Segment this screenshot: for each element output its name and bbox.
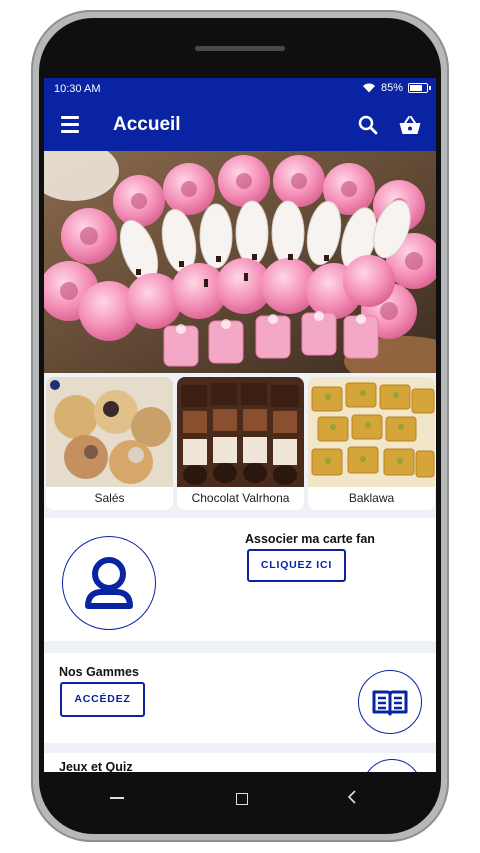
status-right: 85% — [362, 82, 431, 94]
gammes-title: Nos Gammes — [59, 665, 139, 679]
hero-banner-image[interactable] — [44, 151, 436, 373]
chocolat-image — [177, 377, 304, 487]
android-nav-bar — [44, 772, 436, 822]
app-screen: 10:30 AM 85% Accueil Salés Chocolat Valr… — [44, 78, 436, 772]
baklawa-image — [308, 377, 435, 487]
status-bar: 10:30 AM 85% — [44, 78, 436, 101]
gammes-section: Nos Gammes ACCÉDEZ — [44, 653, 436, 743]
user-icon — [62, 536, 156, 630]
pastry-illustration — [44, 151, 436, 373]
wifi-icon — [362, 83, 375, 93]
page-title: Accueil — [113, 114, 181, 135]
category-card-baklawa[interactable]: Baklawa — [308, 377, 435, 510]
category-row: Salés Chocolat Valrhona Baklawa — [44, 375, 436, 513]
menu-icon[interactable] — [61, 116, 79, 134]
battery-icon — [408, 83, 431, 93]
cliquez-ici-button[interactable]: CLIQUEZ ICI — [247, 549, 346, 582]
fan-card-section: Associer ma carte fan CLIQUEZ ICI — [44, 518, 436, 641]
category-card-sales[interactable]: Salés — [46, 377, 173, 510]
jeux-section: Jeux et Quiz — [44, 753, 436, 772]
home-icon[interactable] — [236, 793, 248, 805]
jeux-title: Jeux et Quiz — [59, 760, 133, 772]
battery-percent: 85% — [380, 82, 403, 94]
status-time: 10:30 AM — [54, 83, 101, 95]
category-label-sales: Salés — [94, 491, 125, 505]
book-icon[interactable] — [358, 670, 422, 734]
basket-icon[interactable] — [398, 114, 422, 136]
search-icon[interactable] — [357, 114, 379, 136]
phone-speaker — [195, 46, 285, 51]
jeux-icon[interactable] — [362, 759, 422, 772]
sales-image — [46, 377, 173, 487]
back-icon[interactable] — [346, 789, 358, 805]
category-label-baklawa: Baklawa — [348, 491, 395, 505]
app-bar: Accueil — [44, 101, 436, 151]
accedez-button[interactable]: ACCÉDEZ — [60, 682, 145, 717]
fan-card-title: Associer ma carte fan — [245, 532, 375, 546]
category-card-chocolat[interactable]: Chocolat Valrhona — [177, 377, 304, 510]
recent-apps-icon[interactable] — [110, 797, 124, 799]
category-label-chocolat: Chocolat Valrhona — [191, 491, 290, 505]
